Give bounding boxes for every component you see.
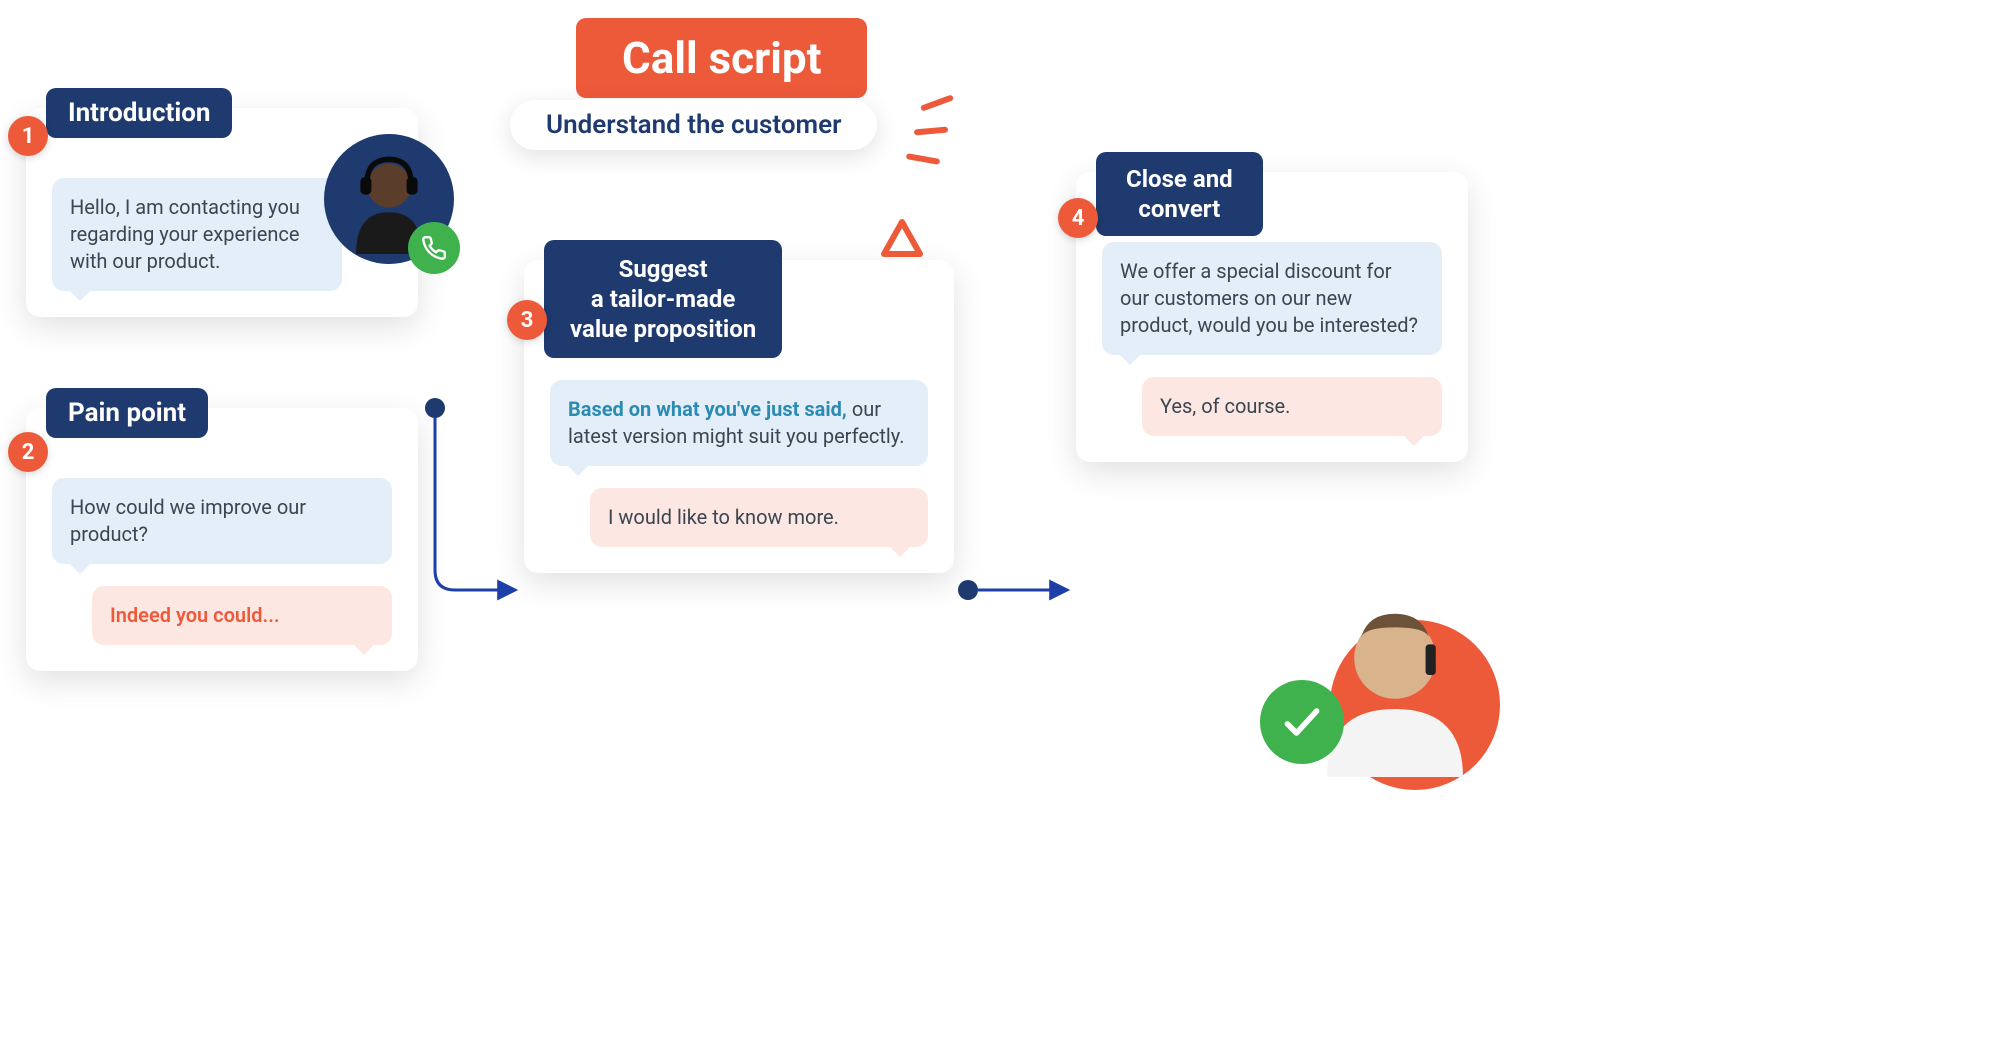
agent-text: Hello, I am contacting you regarding you… (70, 195, 300, 273)
step-card-value-proposition: Suggest a tailor-made value proposition … (524, 260, 954, 573)
agent-bubble: We offer a special discount for our cust… (1102, 242, 1442, 355)
agent-emphasis-text: Based on what you've just said, (568, 397, 847, 421)
agent-bubble: Hello, I am contacting you regarding you… (52, 178, 342, 291)
step-number-badge: 4 (1058, 198, 1098, 238)
agent-text: How could we improve our product? (70, 495, 306, 546)
agent-avatar-group (324, 134, 454, 264)
customer-text: I would like to know more. (608, 505, 839, 529)
check-icon (1260, 680, 1344, 764)
agent-bubble: How could we improve our product? (52, 478, 392, 564)
step-card-close-convert: Close and convert We offer a special dis… (1076, 172, 1468, 462)
customer-avatar-group (1290, 580, 1490, 780)
step-heading: Pain point (46, 388, 208, 438)
step-number-badge: 1 (8, 116, 48, 156)
step-number-badge: 3 (507, 300, 547, 340)
step-card-pain-point: Pain point How could we improve our prod… (26, 408, 418, 671)
title-banner: Call script (576, 18, 867, 98)
customer-bubble: Yes, of course. (1142, 377, 1442, 436)
step-heading: Introduction (46, 88, 232, 138)
agent-text: We offer a special discount for our cust… (1120, 259, 1418, 337)
subtitle-pill: Understand the customer (510, 100, 877, 150)
step-heading: Suggest a tailor-made value proposition (544, 240, 782, 358)
step-heading: Close and convert (1096, 152, 1263, 236)
step-number-badge: 2 (8, 432, 48, 472)
phone-icon (408, 222, 460, 274)
customer-text: Yes, of course. (1160, 394, 1290, 418)
agent-bubble: Based on what you've just said, our late… (550, 380, 928, 466)
customer-bubble: I would like to know more. (590, 488, 928, 547)
customer-bubble: Indeed you could... (92, 586, 392, 645)
customer-text: Indeed you could... (110, 603, 280, 627)
